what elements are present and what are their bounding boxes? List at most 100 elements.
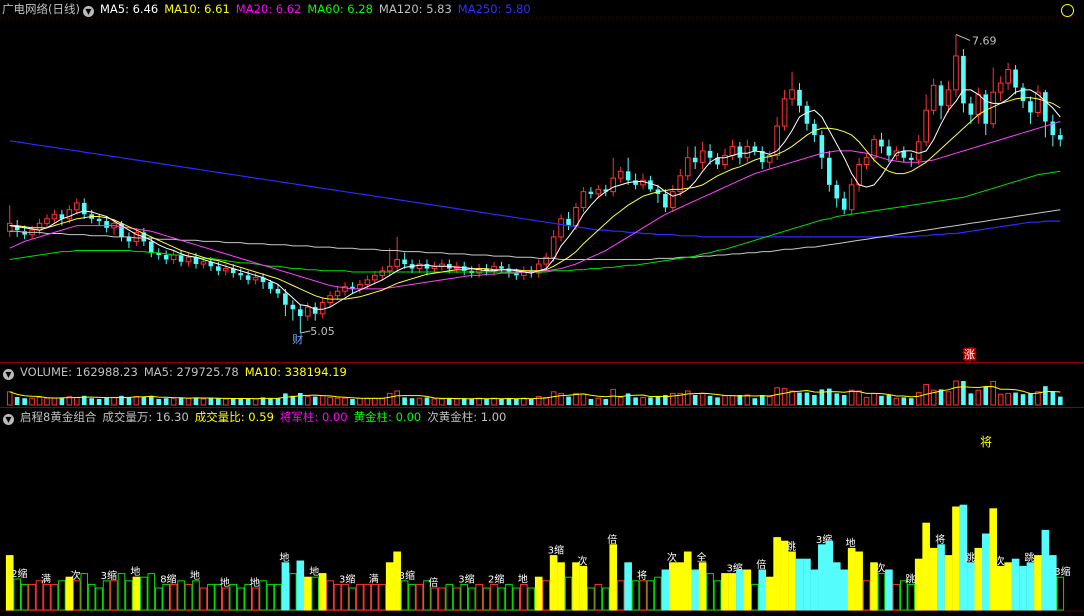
- volume-bar: [141, 396, 147, 405]
- candle-body: [163, 254, 169, 260]
- volume-bar: [36, 396, 43, 406]
- rise-mark: 涨: [964, 348, 975, 361]
- candle-body: [886, 146, 892, 156]
- settings-circle-icon[interactable]: [1061, 4, 1074, 17]
- indicator-bar: [750, 583, 759, 611]
- volume-bar: [514, 399, 519, 405]
- indicator-label: 跳: [905, 572, 915, 585]
- candle-body: [283, 293, 288, 305]
- indicator-label: 地: [279, 551, 289, 564]
- indicator-value-2: 成交量比: 0.59: [194, 410, 274, 424]
- indicator-bar: [467, 587, 476, 611]
- indicator-label: 次: [71, 569, 81, 582]
- volume-bar: [759, 395, 765, 405]
- indicator-bar: [520, 583, 528, 611]
- volume-bar: [185, 397, 192, 406]
- indicator-bar: [542, 580, 550, 611]
- candle-body: [81, 202, 87, 215]
- indicator-bar: [147, 573, 156, 611]
- volume-bar: [230, 398, 236, 405]
- indicator-bar: [981, 533, 990, 611]
- indicator-bar: [892, 583, 901, 611]
- volume-bar: [603, 399, 609, 405]
- volume-header: ▼ VOLUME: 162988.23 MA5: 279725.78 MA10: 33…: [0, 363, 359, 381]
- indicator-bar: [505, 583, 513, 611]
- indicator-bar: [1034, 555, 1042, 611]
- volume-bar: [699, 392, 706, 406]
- candle-body: [953, 55, 959, 91]
- candle-body: [997, 82, 1004, 93]
- candle-body: [707, 150, 713, 158]
- indicator-bar: [1056, 576, 1065, 611]
- indicator-bar: [490, 583, 498, 611]
- indicator-bar: [646, 580, 655, 611]
- volume-bar: [707, 395, 713, 405]
- volume-bar: [566, 396, 571, 405]
- indicator-bar: [683, 551, 692, 611]
- volume-bar: [350, 399, 355, 405]
- chevron-down-icon[interactable]: ▼: [3, 414, 14, 425]
- volume-bar: [200, 398, 207, 406]
- indicator-label: 3缩: [1054, 565, 1070, 578]
- volume-bar: [59, 397, 65, 405]
- volume-bar: [961, 381, 966, 405]
- indicator-bar: [125, 580, 133, 611]
- indicator-bar: [549, 555, 558, 611]
- indicator-bar: [572, 562, 580, 611]
- ma10-line: [9, 97, 1061, 300]
- indicator-bar: [140, 576, 148, 611]
- candle-body: [961, 55, 966, 104]
- volume-bar: [633, 397, 638, 405]
- indicator-bar: [944, 555, 953, 611]
- ma5-line: [9, 89, 1061, 310]
- volume-bar: [893, 397, 900, 406]
- volume-bar: [111, 396, 117, 406]
- indicator-bar: [840, 569, 849, 611]
- indicator-bar: [1004, 562, 1012, 611]
- volume-bar: [156, 399, 162, 405]
- indicator-bar: [847, 547, 856, 611]
- candle-body: [148, 241, 154, 253]
- indicator-bar: [1019, 565, 1027, 611]
- volume-bar: [29, 397, 35, 406]
- indicator-bar: [400, 580, 409, 611]
- indicator-label: 地: [518, 572, 528, 585]
- volume-bar: [752, 398, 758, 405]
- indicator-bar: [914, 558, 923, 611]
- indicator-bar: [318, 573, 327, 611]
- indicator-label: 3缩: [101, 569, 117, 582]
- candle-body: [812, 123, 817, 136]
- candle-body: [1005, 69, 1011, 84]
- indicator-label: 地: [190, 569, 200, 582]
- indicator-bar: [415, 583, 424, 611]
- indicator-label: 次: [995, 554, 1005, 567]
- candle-body: [566, 218, 571, 226]
- indicator-label: 倍: [607, 533, 617, 546]
- candle-body: [752, 146, 758, 151]
- indicator-bar: [497, 587, 506, 611]
- indicator-bar: [795, 558, 804, 611]
- volume-bar: [1050, 391, 1056, 405]
- chevron-down-icon[interactable]: ▼: [82, 6, 94, 17]
- indicator-bar: [706, 573, 714, 611]
- candle-body: [781, 98, 788, 127]
- volume-bar: [193, 397, 199, 405]
- volume-bar: [216, 398, 221, 405]
- volume-bar: [863, 396, 870, 406]
- indicator-bar: [803, 558, 811, 611]
- indicator-bar: [154, 587, 163, 611]
- chevron-down-icon[interactable]: ▼: [3, 369, 14, 380]
- volume-bar: [789, 390, 795, 406]
- volume-bar: [781, 388, 788, 406]
- candle-body: [252, 277, 259, 281]
- indicator-bar: [587, 587, 595, 611]
- candle-body: [580, 191, 587, 208]
- indicator-bar: [1026, 562, 1035, 611]
- volume-bar: [342, 397, 348, 406]
- indicator-bar: [810, 569, 819, 611]
- indicator-bar: [229, 583, 238, 611]
- volume-bar: [14, 397, 20, 405]
- indicator-bar: [855, 551, 863, 611]
- indicator-bar: [72, 580, 81, 611]
- indicator-bar: [713, 580, 722, 611]
